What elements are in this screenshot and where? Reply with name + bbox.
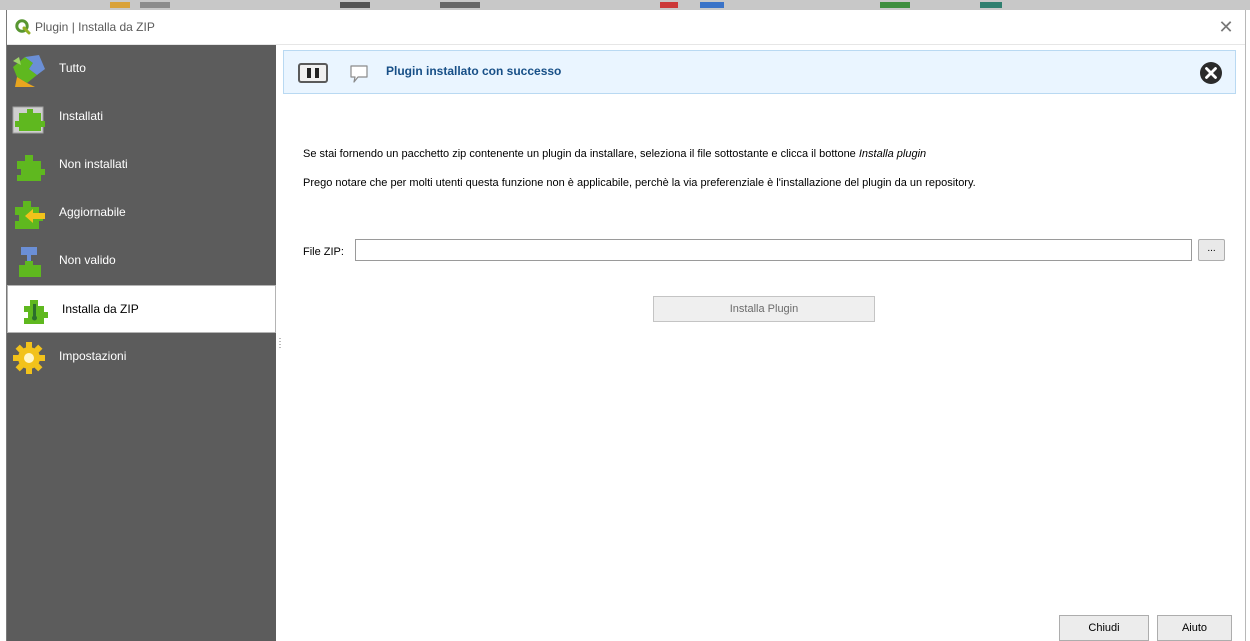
sidebar-item-label: Installa da ZIP: [62, 302, 139, 316]
background-app-strip: [0, 0, 1250, 10]
sidebar-item-label: Non valido: [59, 253, 116, 267]
install-note: Prego notare che per molti utenti questa…: [303, 177, 976, 189]
qgis-logo-icon: [15, 19, 31, 35]
puzzle-upgrade-icon: [15, 201, 45, 229]
plugin-dialog: Plugin | Installa da ZIP ✕ Tutto Install…: [6, 10, 1246, 641]
close-button[interactable]: Chiudi: [1059, 615, 1149, 641]
message-bubble-icon: [350, 65, 368, 83]
pause-button[interactable]: [298, 63, 328, 83]
title-bar: Plugin | Installa da ZIP ✕: [7, 10, 1245, 45]
puzzle-zip-icon: [24, 300, 48, 324]
install-plugin-emphasis: Installa plugin: [858, 148, 927, 160]
sidebar-item-installa-da-zip[interactable]: Installa da ZIP: [7, 285, 276, 333]
browse-button[interactable]: ...: [1198, 239, 1225, 261]
puzzle-invalid-icon: [19, 247, 41, 277]
zip-file-label: File ZIP:: [303, 246, 344, 258]
sidebar-item-impostazioni[interactable]: Impostazioni: [7, 333, 276, 381]
gear-icon: [13, 342, 45, 374]
sidebar-item-label: Impostazioni: [59, 349, 127, 363]
splitter-handle[interactable]: [279, 338, 281, 350]
install-description: Se stai fornendo un pacchetto zip conten…: [303, 148, 927, 160]
sidebar-item-non-valido[interactable]: Non valido: [7, 237, 276, 285]
window-title: Plugin | Installa da ZIP: [35, 20, 155, 34]
sidebar-item-non-installati[interactable]: Non installati: [7, 141, 276, 189]
puzzle-installed-icon: [12, 106, 45, 134]
sidebar-item-tutto[interactable]: Tutto: [7, 45, 276, 93]
puzzle-all-icon: [13, 55, 45, 87]
message-bar: Plugin installato con successo: [283, 50, 1236, 94]
install-plugin-button[interactable]: Installa Plugin: [653, 296, 875, 322]
help-button[interactable]: Aiuto: [1157, 615, 1232, 641]
message-text: Plugin installato con successo: [386, 64, 562, 78]
puzzle-green-icon: [17, 155, 45, 181]
sidebar-item-label: Tutto: [59, 61, 86, 75]
message-close-icon[interactable]: [1199, 61, 1223, 85]
sidebar-item-label: Aggiornabile: [59, 205, 126, 219]
sidebar-item-label: Installati: [59, 109, 104, 123]
sidebar-item-aggiornabile[interactable]: Aggiornabile: [7, 189, 276, 237]
sidebar-item-label: Non installati: [59, 157, 128, 171]
zip-file-input[interactable]: [355, 239, 1192, 261]
sidebar: Tutto Installati Non installati Aggiorna…: [7, 45, 276, 641]
sidebar-item-installati[interactable]: Installati: [7, 93, 276, 141]
window-close-button[interactable]: ✕: [1213, 14, 1239, 40]
